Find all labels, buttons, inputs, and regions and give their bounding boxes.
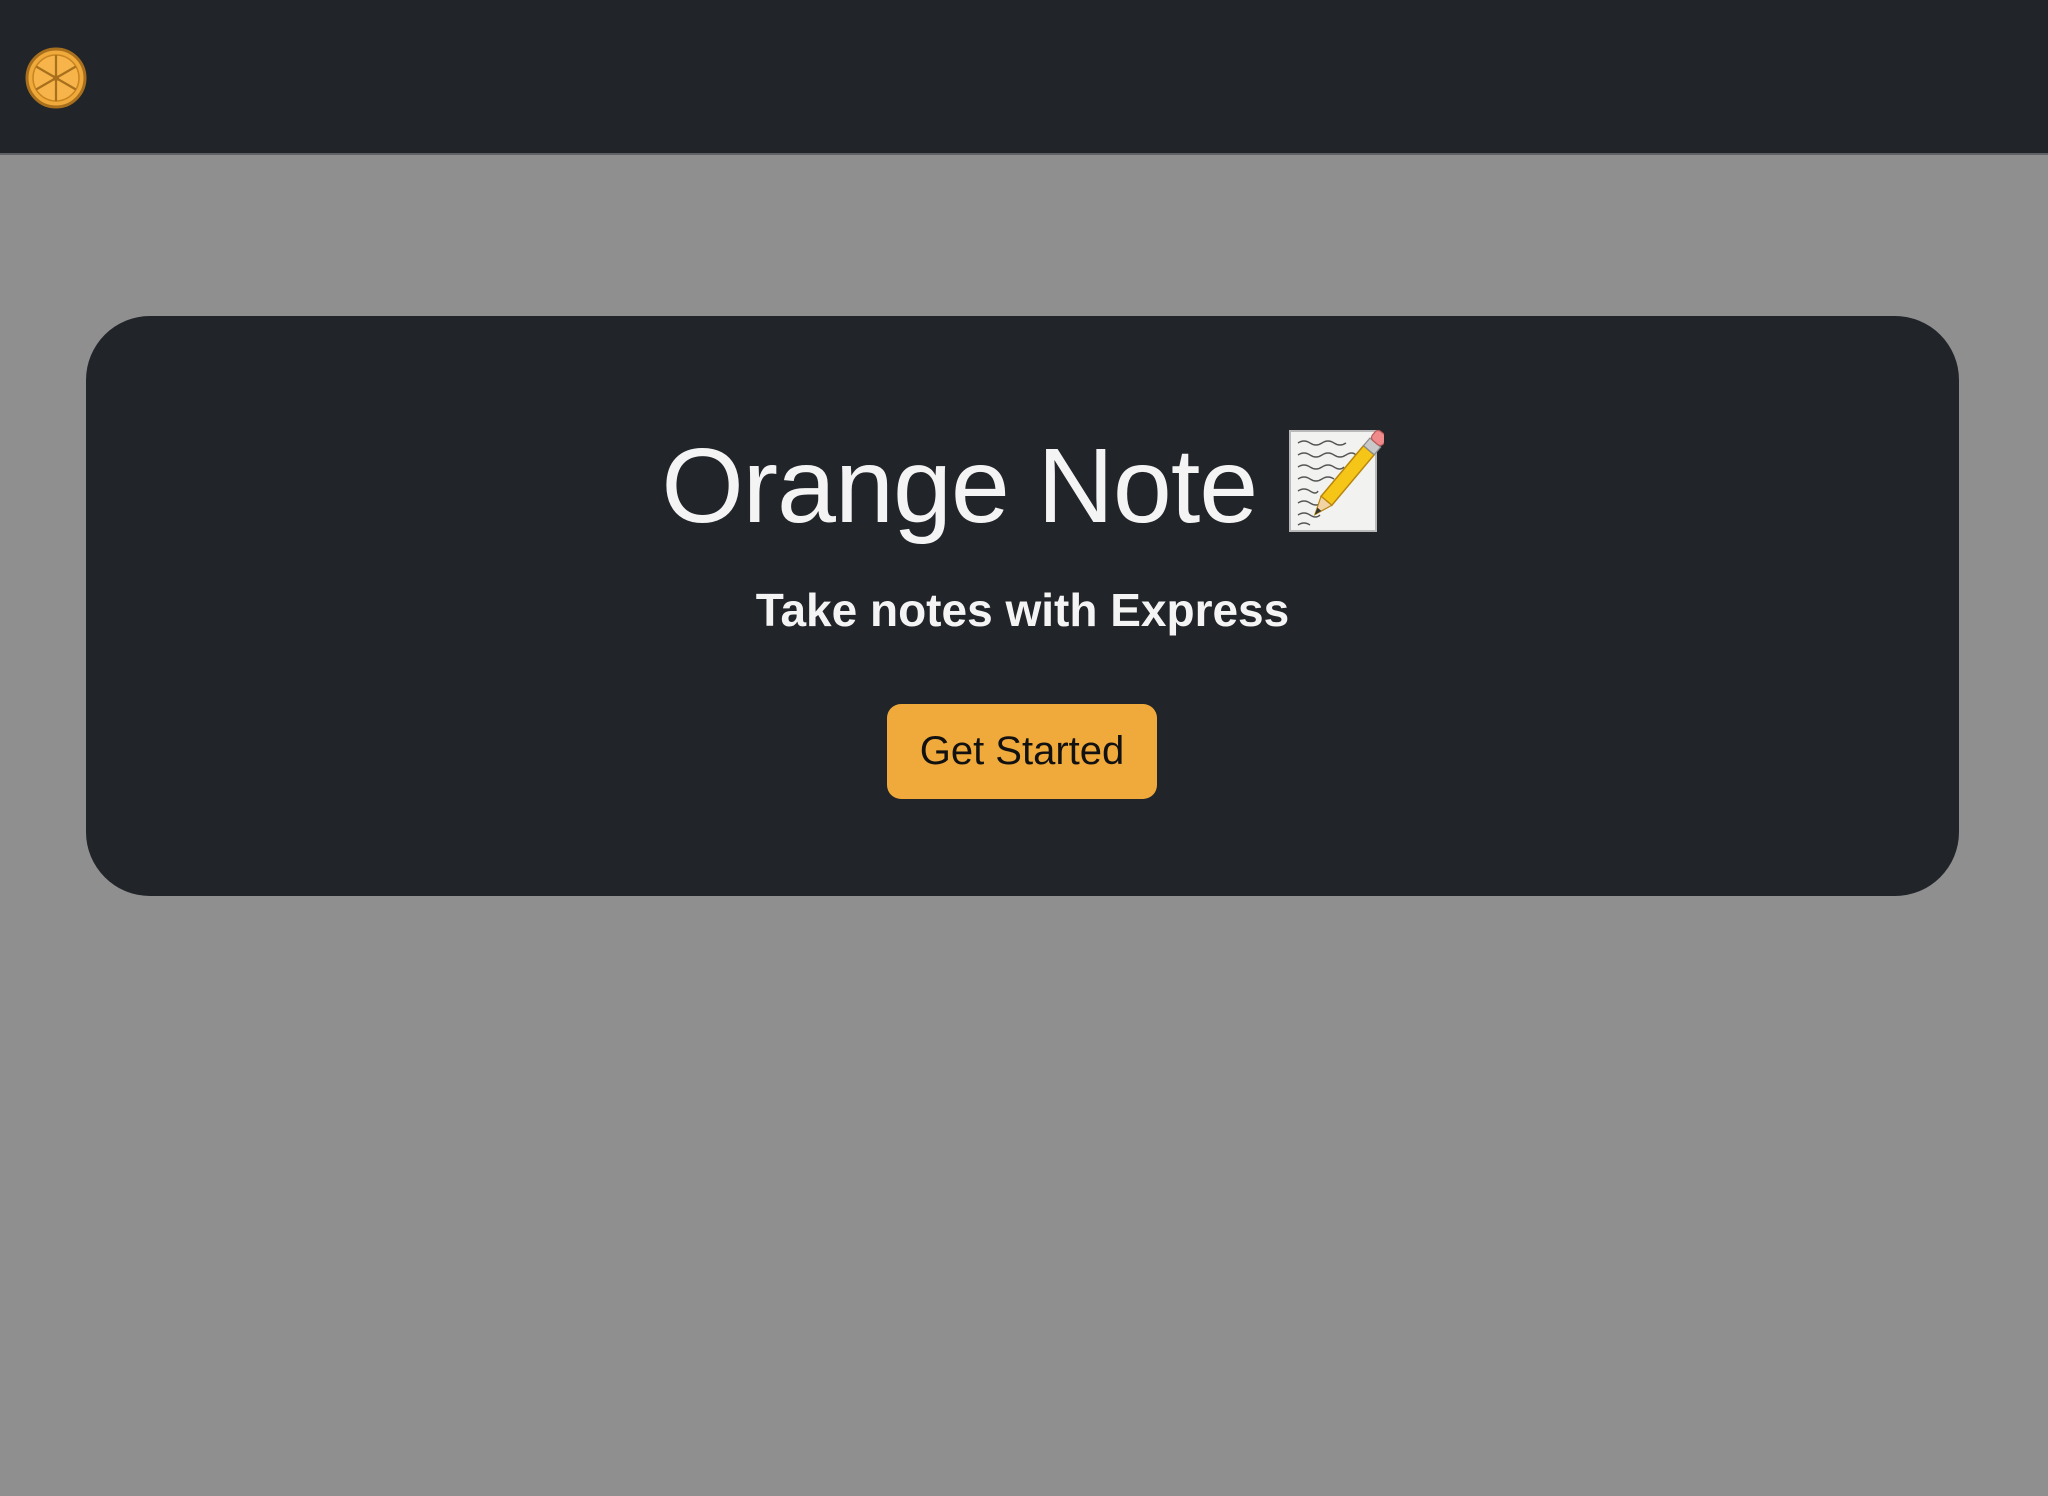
orange-slice-icon [25,47,87,109]
hero-title-row: Orange Note [86,416,1959,556]
navbar [0,0,2048,155]
hero-subtitle: Take notes with Express [755,584,1290,636]
memo-pencil-icon [1288,429,1384,535]
home-logo-link[interactable] [25,47,87,109]
page-title: Orange Note [661,427,1258,545]
hero-card: Orange Note Take notes with Express Get … [86,316,1959,896]
get-started-button[interactable]: Get Started [887,704,1157,799]
